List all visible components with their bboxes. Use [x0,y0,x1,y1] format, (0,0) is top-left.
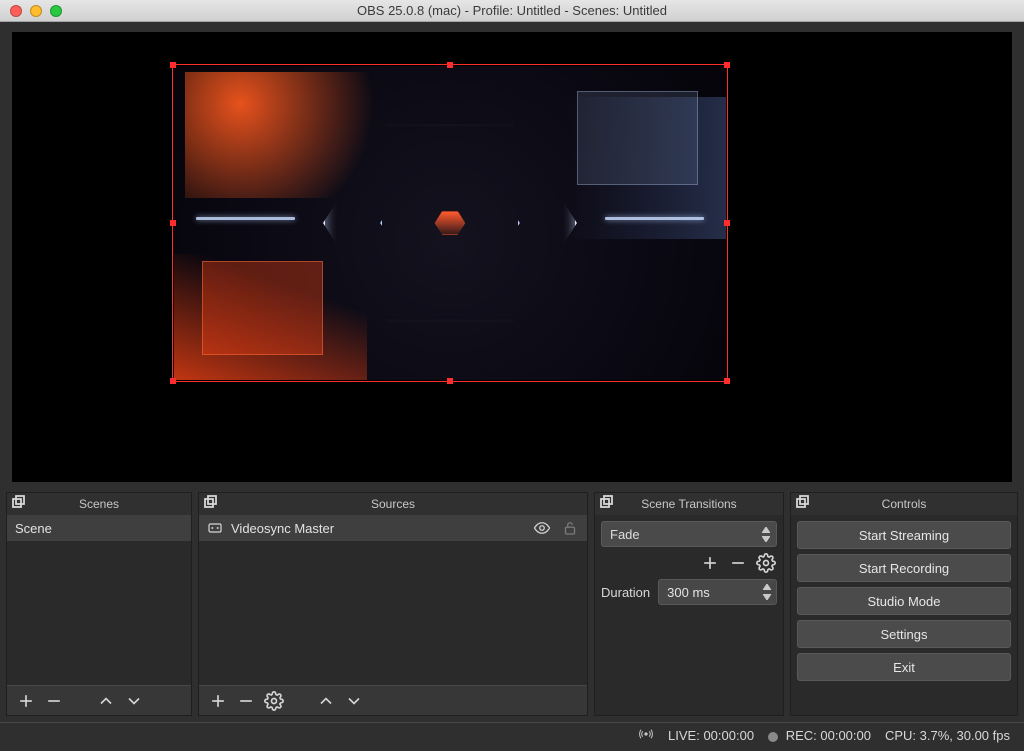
preview-canvas[interactable] [12,32,1012,482]
exit-label: Exit [893,660,915,675]
source-selection-box[interactable] [172,64,728,382]
sources-panel-title: Sources [371,497,415,511]
move-source-down-button[interactable] [343,690,365,712]
dock-panels: Scenes Scene Sources [0,492,1024,722]
transition-select[interactable]: Fade [601,521,777,547]
source-visibility-toggle[interactable] [533,519,551,537]
add-transition-button[interactable] [699,553,721,573]
spin-stepper-icon[interactable] [760,582,774,602]
exit-button[interactable]: Exit [797,653,1011,681]
resize-handle[interactable] [170,220,176,226]
scenes-toolbar [7,685,191,715]
controls-panel-header[interactable]: Controls [791,493,1017,515]
source-lock-toggle[interactable] [561,519,579,537]
resize-handle[interactable] [447,378,453,384]
status-bar: LIVE: 00:00:00 REC: 00:00:00 CPU: 3.7%, … [0,722,1024,748]
scenes-list[interactable]: Scene [7,515,191,685]
live-status: LIVE: 00:00:00 [668,728,754,743]
scene-item[interactable]: Scene [7,515,191,541]
main-area: Scenes Scene Sources [0,22,1024,751]
select-stepper-icon [759,525,773,543]
resize-handle[interactable] [447,62,453,68]
settings-button[interactable]: Settings [797,620,1011,648]
rec-time: 00:00:00 [820,728,871,743]
source-preview-thumbnail [174,66,726,380]
undock-icon[interactable] [11,495,27,511]
titlebar: OBS 25.0.8 (mac) - Profile: Untitled - S… [0,0,1024,22]
move-scene-down-button[interactable] [123,690,145,712]
remove-scene-button[interactable] [43,690,65,712]
window-controls [10,5,62,17]
duration-label: Duration [601,585,650,600]
close-window-button[interactable] [10,5,22,17]
start-recording-button[interactable]: Start Recording [797,554,1011,582]
controls-panel-title: Controls [882,497,927,511]
broadcast-icon [638,726,654,745]
move-source-up-button[interactable] [315,690,337,712]
duration-value: 300 ms [667,585,710,600]
controls-body: Start Streaming Start Recording Studio M… [791,515,1017,715]
record-indicator-icon [768,732,778,742]
sources-toolbar [199,685,587,715]
transition-properties-button[interactable] [755,553,777,573]
move-scene-up-button[interactable] [95,690,117,712]
live-time: 00:00:00 [703,728,754,743]
transitions-panel-header[interactable]: Scene Transitions [595,493,783,515]
source-item-label: Videosync Master [231,521,334,536]
resize-handle[interactable] [170,62,176,68]
studio-mode-button[interactable]: Studio Mode [797,587,1011,615]
transitions-panel-title: Scene Transitions [641,497,736,511]
source-window-icon [207,520,223,536]
sources-panel-header[interactable]: Sources [199,493,587,515]
resize-handle[interactable] [170,378,176,384]
start-streaming-label: Start Streaming [859,528,949,543]
undock-icon[interactable] [795,495,811,511]
source-properties-button[interactable] [263,690,285,712]
sources-list[interactable]: Videosync Master [199,515,587,685]
window-title: OBS 25.0.8 (mac) - Profile: Untitled - S… [357,3,667,18]
settings-label: Settings [881,627,928,642]
remove-transition-button[interactable] [727,553,749,573]
preview-container [0,22,1024,492]
resize-handle[interactable] [724,220,730,226]
resize-handle[interactable] [724,62,730,68]
zoom-window-button[interactable] [50,5,62,17]
studio-mode-label: Studio Mode [868,594,941,609]
scenes-panel-header[interactable]: Scenes [7,493,191,515]
rec-status: REC: 00:00:00 [768,728,871,743]
start-streaming-button[interactable]: Start Streaming [797,521,1011,549]
scenes-panel-title: Scenes [79,497,119,511]
controls-panel: Controls Start Streaming Start Recording… [790,492,1018,716]
start-recording-label: Start Recording [859,561,949,576]
remove-source-button[interactable] [235,690,257,712]
scenes-panel: Scenes Scene [6,492,192,716]
cpu-status: CPU: 3.7%, 30.00 fps [885,728,1010,743]
add-scene-button[interactable] [15,690,37,712]
add-source-button[interactable] [207,690,229,712]
undock-icon[interactable] [599,495,615,511]
minimize-window-button[interactable] [30,5,42,17]
source-item[interactable]: Videosync Master [199,515,587,541]
duration-spinbox[interactable]: 300 ms [658,579,777,605]
transitions-body: Fade Duration 300 ms [595,515,783,715]
undock-icon[interactable] [203,495,219,511]
live-label: LIVE: [668,728,700,743]
transition-selected-label: Fade [610,527,640,542]
transitions-panel: Scene Transitions Fade Duration [594,492,784,716]
scene-item-label: Scene [15,521,52,536]
rec-label: REC: [786,728,817,743]
resize-handle[interactable] [724,378,730,384]
sources-panel: Sources Videosync Master [198,492,588,716]
